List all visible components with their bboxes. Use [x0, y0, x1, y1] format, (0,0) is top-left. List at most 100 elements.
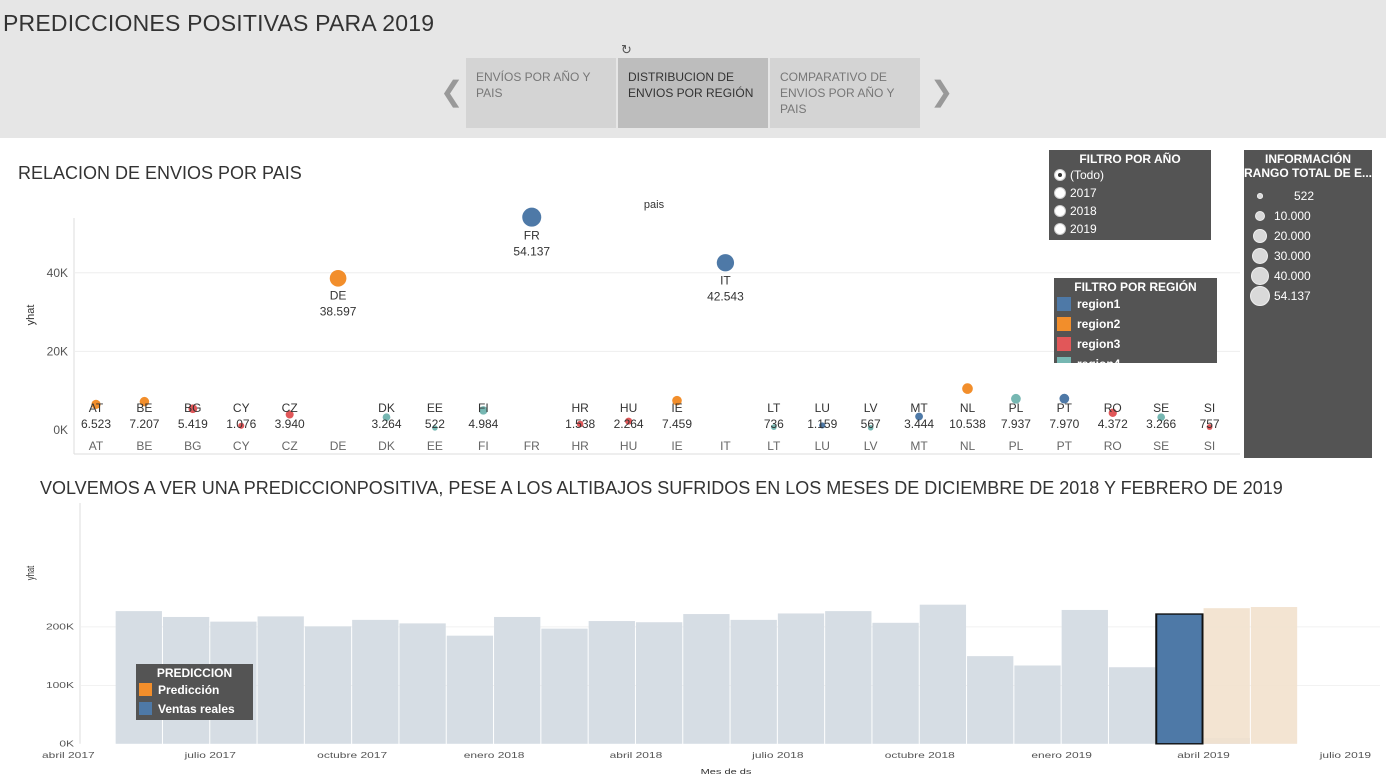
prediction-item-label: Predicción: [158, 682, 220, 697]
year-option[interactable]: 2018: [1049, 202, 1211, 220]
point-value-label: 4.984: [468, 417, 498, 431]
point-value-label: 38.597: [320, 305, 357, 319]
point-country-label: PT: [1057, 401, 1073, 415]
bar-2018-05: [683, 614, 730, 744]
x-tick-label: CY: [233, 439, 250, 453]
size-legend-item: 30.000: [1244, 246, 1372, 266]
region-item[interactable]: region1: [1054, 294, 1217, 314]
size-circle-icon: [1254, 210, 1266, 222]
x-tick-label: DK: [378, 439, 395, 453]
radio-icon[interactable]: [1054, 223, 1066, 235]
x-tick-label: julio 2019: [1319, 751, 1372, 760]
radio-icon[interactable]: [1054, 187, 1066, 199]
size-circle-icon: [1253, 229, 1267, 243]
point-country-label: LV: [864, 401, 878, 415]
size-legend-title: INFORMACIÓN: [1265, 152, 1351, 166]
size-legend-label: 20.000: [1274, 229, 1311, 243]
radio-icon[interactable]: [1054, 205, 1066, 217]
point-value-label: 6.523: [81, 417, 111, 431]
scatter-point: [716, 254, 735, 272]
year-option[interactable]: 2017: [1049, 184, 1211, 202]
point-country-label: PL: [1009, 401, 1024, 415]
size-circle-icon: [1252, 248, 1268, 264]
point-value-label: 1.159: [807, 417, 837, 431]
region-item[interactable]: region2: [1054, 314, 1217, 334]
year-option[interactable]: 2019: [1049, 220, 1211, 238]
dashboard: RELACION DE ENVIOS POR PAIS pais yhat 0K 20…: [0, 138, 1386, 783]
bar-2018-06: [730, 619, 777, 744]
prediction-item[interactable]: Ventas reales: [136, 699, 253, 718]
bar-2017-11: [399, 623, 446, 744]
x-tick-label: LT: [767, 439, 781, 453]
size-cell: [1248, 229, 1272, 243]
region-item[interactable]: region3: [1054, 334, 1217, 354]
point-value-label: 7.207: [129, 417, 159, 431]
y-tick-label: 200K: [46, 623, 74, 632]
y-tick-label: 100K: [46, 682, 74, 691]
x-tick-label: HR: [571, 439, 589, 453]
point-value-label: 3.940: [275, 417, 305, 431]
size-legend-item: 54.137: [1244, 286, 1372, 306]
point-value-label: 5.419: [178, 417, 208, 431]
x-tick-label: BG: [184, 439, 201, 453]
chevron-right-icon[interactable]: ❯: [930, 78, 953, 106]
x-tick-label: RO: [1104, 439, 1122, 453]
x-tick-label: SI: [1204, 439, 1215, 453]
x-tick-label: abril 2017: [42, 751, 95, 760]
x-tick-label: DE: [330, 439, 347, 453]
point-value-label: 3.444: [904, 417, 934, 431]
region-filter: FILTRO POR REGIÓN region1 region2 region3 r…: [1054, 278, 1217, 363]
bar-2018-10: [919, 604, 967, 744]
bar-2019-01: [1061, 609, 1108, 744]
chevron-left-icon[interactable]: ❮: [440, 78, 463, 106]
point-country-label: DK: [378, 401, 395, 415]
point-value-label: 2.264: [614, 417, 644, 431]
reset-icon[interactable]: ↻: [621, 42, 632, 58]
year-option-label: (Todo): [1070, 168, 1105, 182]
color-swatch: [139, 683, 152, 696]
x-axis-label: Mes de ds: [701, 767, 752, 776]
x-tick-label: octubre 2017: [317, 751, 387, 760]
story-tab-comparativo[interactable]: COMPARATIVO DE ENVIOS POR AÑO Y PAIS: [770, 58, 920, 128]
bar-2018-04: [635, 622, 683, 744]
bar-2018-08: [825, 611, 872, 744]
size-legend-subtitle: RANGO TOTAL DE E...: [1244, 166, 1373, 180]
point-country-label: SE: [1153, 401, 1169, 415]
point-country-label: SI: [1204, 401, 1215, 415]
x-tick-label: MT: [910, 439, 928, 453]
size-legend-label: 30.000: [1274, 249, 1311, 263]
size-cell: [1248, 267, 1272, 285]
story-tab-envios-por-ano[interactable]: ENVÍOS POR AÑO Y PAIS: [466, 58, 616, 128]
page-title: PREDICCIONES POSITIVAS PARA 2019: [3, 10, 435, 36]
point-country-label: IT: [720, 273, 731, 287]
prediction-item[interactable]: Predicción: [136, 680, 253, 699]
year-filter-title: FILTRO POR AÑO: [1079, 152, 1181, 166]
point-country-label: HU: [620, 401, 637, 415]
x-tick-label: FI: [478, 439, 489, 453]
size-legend-item: 10.000: [1244, 206, 1372, 226]
x-tick-label: PT: [1057, 439, 1073, 453]
size-legend-item: 522: [1244, 186, 1372, 206]
x-tick-label: BE: [136, 439, 152, 453]
year-option[interactable]: (Todo): [1049, 166, 1211, 184]
scatter-point: [522, 207, 542, 227]
year-option-label: 2019: [1070, 222, 1097, 236]
size-legend-item: 20.000: [1244, 226, 1372, 246]
point-country-label: LU: [815, 401, 830, 415]
region-item[interactable]: region4: [1054, 354, 1217, 363]
x-tick-label: EE: [427, 439, 443, 453]
country-section-title: RELACION DE ENVIOS POR PAIS: [18, 163, 302, 183]
x-tick-label: NL: [960, 439, 976, 453]
point-value-label: 567: [861, 417, 881, 431]
point-value-label: 4.372: [1098, 417, 1128, 431]
x-tick-label: LU: [815, 439, 830, 453]
size-legend: INFORMACIÓN RANGO TOTAL DE E... 522 10.00…: [1244, 150, 1372, 458]
story-tab-distribucion-region[interactable]: DISTRIBUCION DE ENVIOS POR REGIÓN: [618, 58, 768, 128]
x-tick-label: LV: [864, 439, 878, 453]
bar-2017-10: [352, 619, 399, 744]
point-value-label: 1.538: [565, 417, 595, 431]
bar-2018-09: [872, 622, 919, 744]
size-cell: [1248, 193, 1272, 199]
point-value-label: 54.137: [513, 245, 550, 259]
radio-icon[interactable]: [1054, 169, 1066, 181]
